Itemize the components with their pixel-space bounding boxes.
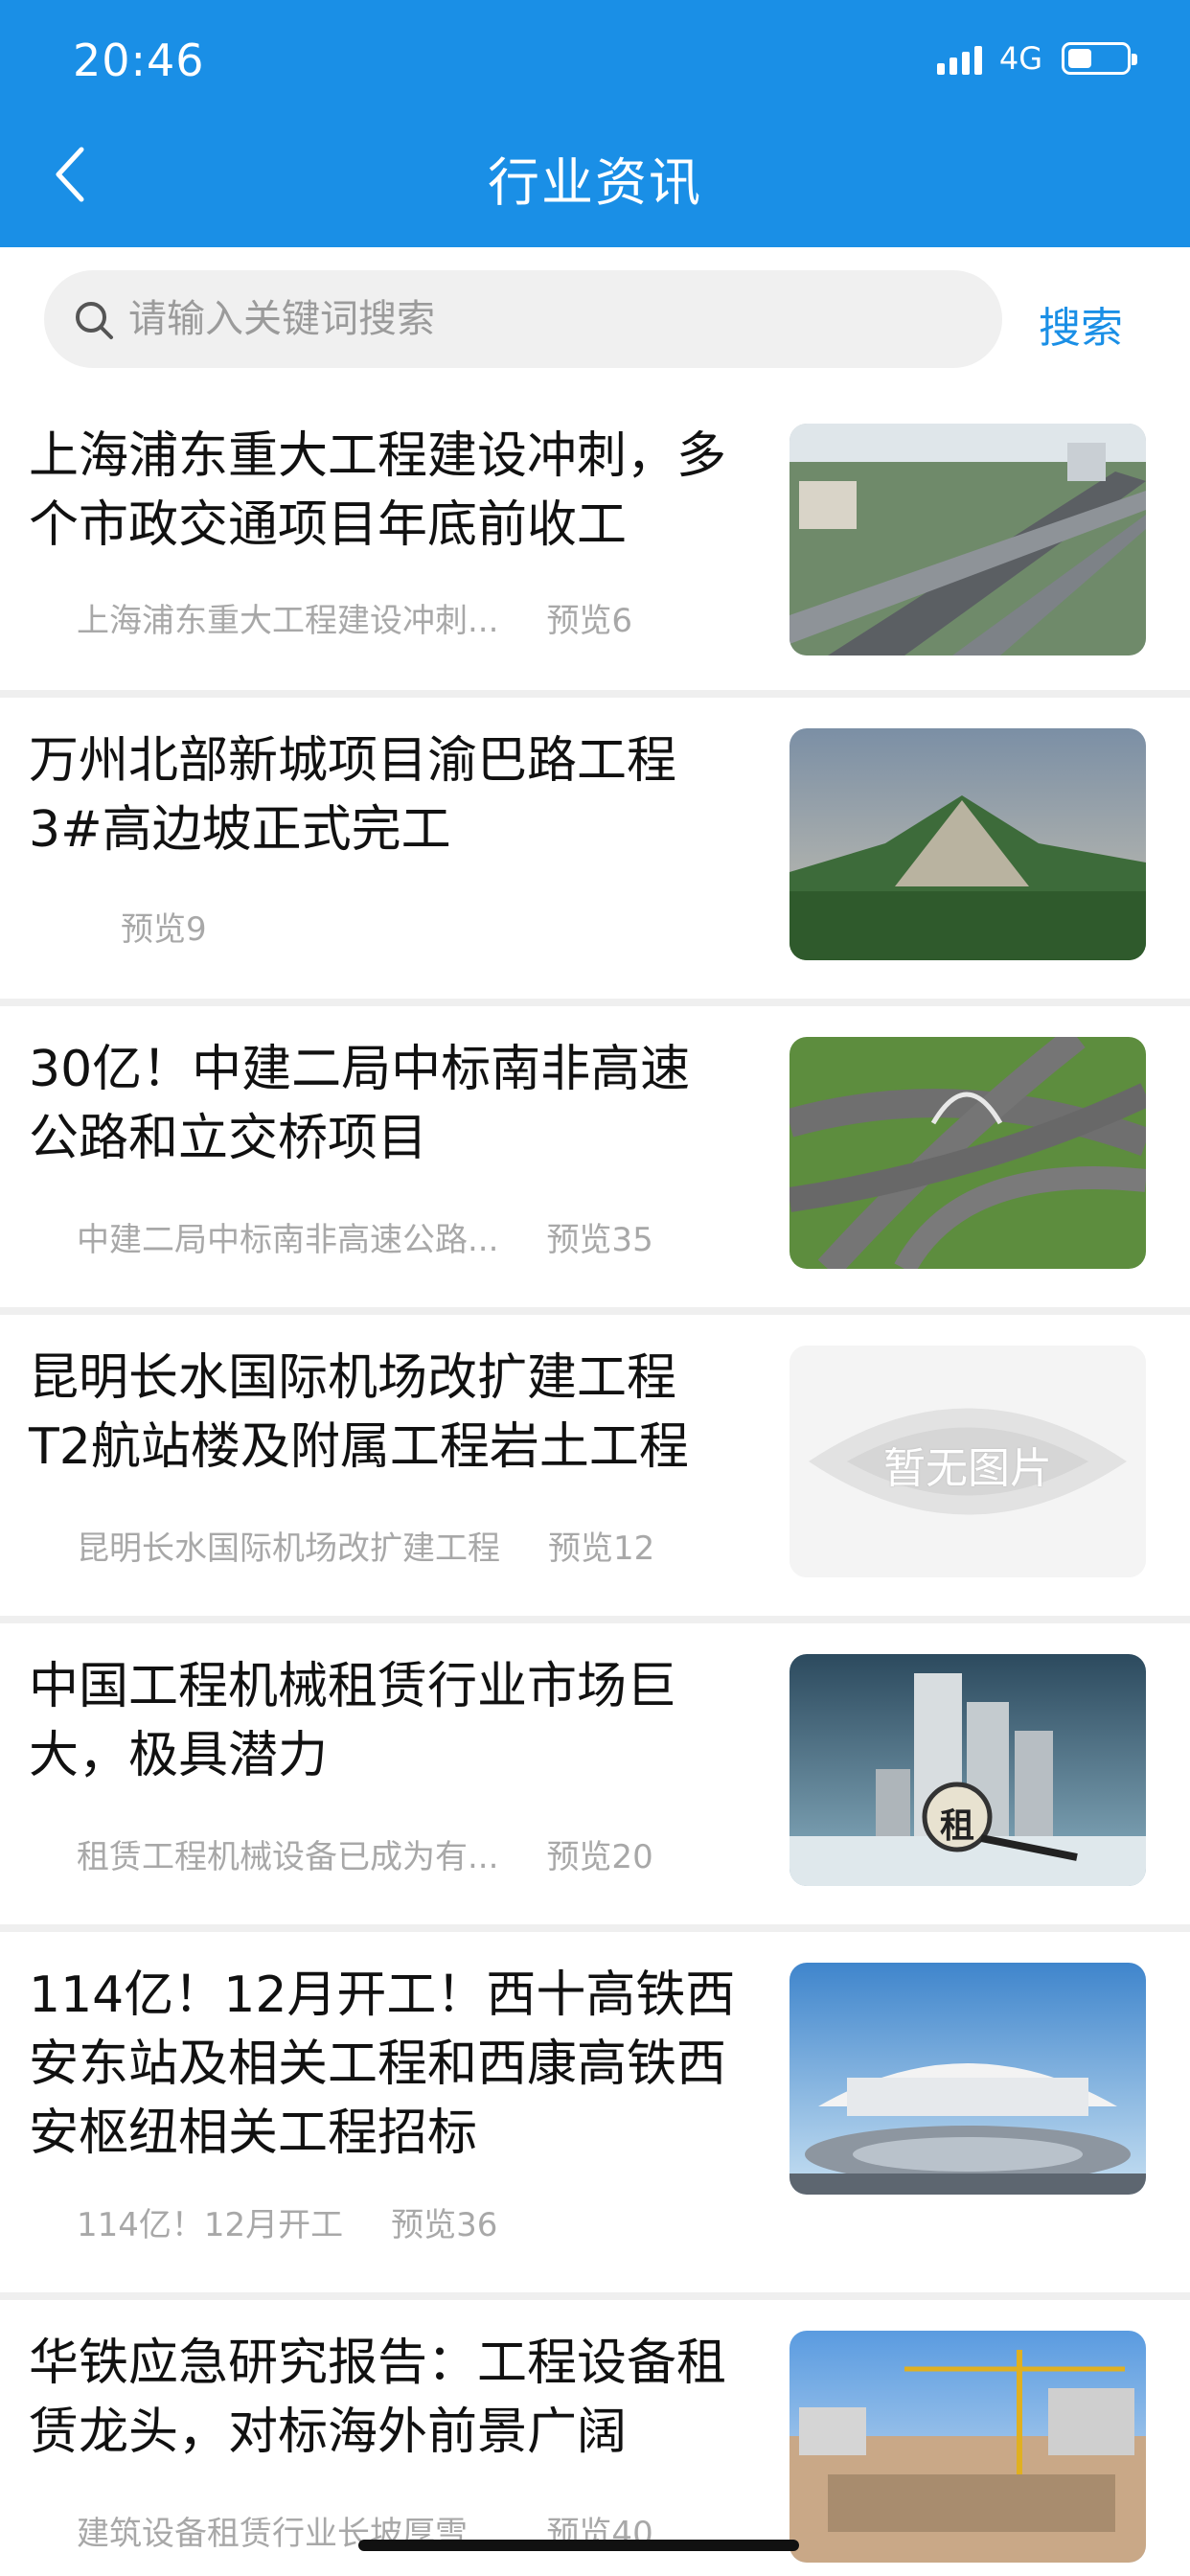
search-input[interactable] [128, 270, 972, 368]
news-item[interactable]: 华铁应急研究报告：工程设备租赁龙头，对标海外前景广阔 建筑设备租赁行业长坡厚雪.… [0, 2300, 1190, 2576]
news-item[interactable]: 114亿！12月开工！西十高铁西安东站及相关工程和西康高铁西安枢纽相关工程招标 … [0, 1932, 1190, 2300]
view-count: 预览35 [546, 1221, 653, 1259]
buildings-puzzle-photo[interactable]: 租 [790, 1654, 1146, 1886]
page-title: 行业资讯 [488, 152, 702, 213]
construction-site-photo[interactable] [790, 2331, 1146, 2563]
news-meta: 租赁工程机械设备已成为有... 预览20 [77, 1830, 653, 1877]
rent-character: 租 [939, 1806, 974, 1846]
news-title: 上海浦东重大工程建设冲刺，多个市政交通项目年底前收工 [29, 427, 727, 554]
search-icon [76, 302, 113, 339]
battery-icon [1062, 42, 1137, 75]
news-item[interactable]: 上海浦东重大工程建设冲刺，多个市政交通项目年底前收工 上海浦东重大工程建设冲刺.… [0, 404, 1190, 698]
no-image-text: 暂无图片 [883, 1444, 1052, 1493]
news-meta: 预览9 [121, 903, 207, 950]
news-summary: 昆明长水国际机场改扩建工程 [77, 1530, 500, 1568]
status-icons: 4G [936, 40, 1137, 77]
news-title: 华铁应急研究报告：工程设备租赁龙头，对标海外前景广阔 [29, 2334, 727, 2461]
app-header: 20:46 4G 行业资讯 [0, 0, 1190, 247]
news-title: 昆明长水国际机场改扩建工程T2航站楼及附属工程岩土工程 [29, 1349, 689, 1476]
signal-icon [936, 42, 982, 75]
news-summary: 114亿！12月开工 [77, 2206, 344, 2244]
news-meta: 上海浦东重大工程建设冲刺... 预览6 [77, 594, 632, 641]
no-image-placeholder[interactable]: 暂无图片 [790, 1346, 1146, 1577]
news-title: 30亿！中建二局中标南非高速公路和立交桥项目 [29, 1041, 691, 1167]
news-title: 万州北部新城项目渝巴路工程3#高边坡正式完工 [29, 732, 677, 859]
highway-interchange-photo[interactable] [790, 424, 1146, 656]
news-summary: 上海浦东重大工程建设冲刺... [77, 602, 499, 640]
view-count: 预览9 [121, 910, 207, 949]
network-type: 4G [998, 40, 1042, 77]
search-button[interactable]: 搜索 [1039, 293, 1123, 355]
hillside-slope-photo[interactable] [790, 728, 1146, 960]
overpass-rendering[interactable] [790, 1037, 1146, 1269]
view-count: 预览6 [546, 602, 633, 640]
home-indicator[interactable] [358, 2540, 799, 2551]
news-meta: 114亿！12月开工 预览36 [77, 2198, 497, 2245]
news-item[interactable]: 昆明长水国际机场改扩建工程T2航站楼及附属工程岩土工程 昆明长水国际机场改扩建工… [0, 1315, 1190, 1623]
news-item[interactable]: 中国工程机械租赁行业市场巨大，极具潜力 租赁工程机械设备已成为有... 预览20… [0, 1623, 1190, 1932]
news-item[interactable]: 万州北部新城项目渝巴路工程3#高边坡正式完工 预览9 [0, 698, 1190, 1006]
news-list: 上海浦东重大工程建设冲刺，多个市政交通项目年底前收工 上海浦东重大工程建设冲刺.… [0, 404, 1190, 2576]
railway-station-rendering[interactable] [790, 1963, 1146, 2195]
news-title: 中国工程机械租赁行业市场巨大，极具潜力 [29, 1658, 677, 1784]
news-summary: 租赁工程机械设备已成为有... [77, 1838, 499, 1876]
view-count: 预览20 [546, 1838, 653, 1876]
news-item[interactable]: 30亿！中建二局中标南非高速公路和立交桥项目 中建二局中标南非高速公路... 预… [0, 1006, 1190, 1315]
news-meta: 中建二局中标南非高速公路... 预览35 [77, 1213, 653, 1260]
view-count: 预览12 [548, 1530, 655, 1568]
status-time: 20:46 [73, 34, 205, 86]
news-meta: 昆明长水国际机场改扩建工程 预览12 [77, 1522, 654, 1569]
news-summary: 中建二局中标南非高速公路... [77, 1221, 499, 1259]
search-bar[interactable] [44, 270, 1002, 368]
news-title: 114亿！12月开工！西十高铁西安东站及相关工程和西康高铁西安枢纽相关工程招标 [29, 1966, 736, 2162]
view-count: 预览36 [391, 2206, 498, 2244]
